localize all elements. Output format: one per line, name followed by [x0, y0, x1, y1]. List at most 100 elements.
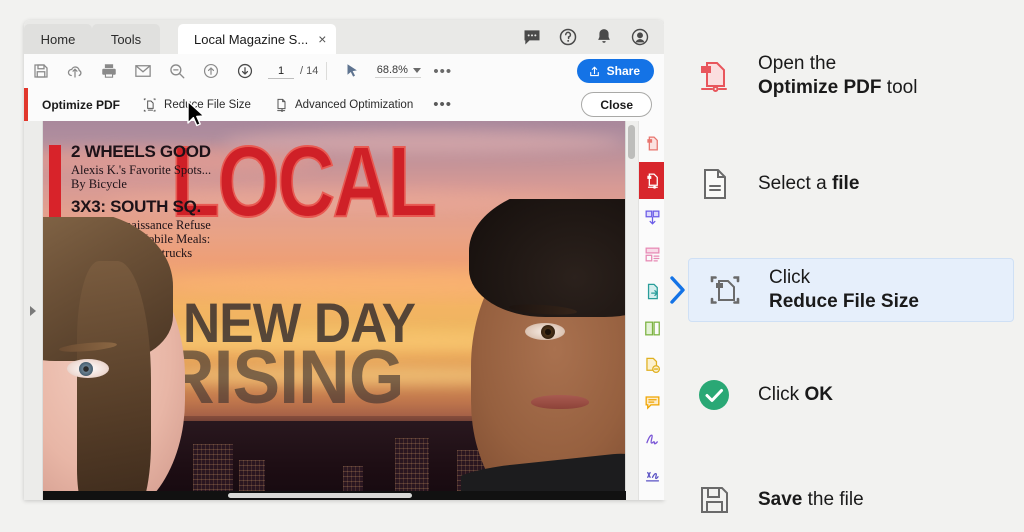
vertical-scrollbar[interactable] [626, 121, 638, 500]
step-2-line-1: Select a [758, 173, 832, 194]
tab-document[interactable]: Local Magazine S... × [178, 24, 336, 54]
instruction-step-3-text: Click Reduce File Size [769, 266, 919, 315]
rail-optimize-pdf-icon[interactable] [639, 162, 664, 199]
reduce-file-size-icon [142, 97, 158, 113]
hair [469, 199, 625, 317]
blurb-headline-1: 2 WHEELS GOOD [71, 143, 271, 161]
close-button[interactable]: Close [581, 92, 652, 117]
reduce-file-size-button[interactable]: Reduce File Size [142, 97, 251, 113]
rail-combine-files-icon[interactable] [639, 199, 664, 236]
page-total-label: / 14 [300, 65, 318, 77]
optimize-pdf-title: Optimize PDF [42, 98, 120, 112]
rail-compare-files-icon[interactable] [639, 310, 664, 347]
titlebar-actions [522, 20, 664, 54]
reduce-file-size-icon [703, 268, 747, 312]
blurb-sub-1-line-2: By Bicycle [71, 177, 127, 191]
share-button[interactable]: Share [577, 59, 654, 83]
document-viewport: LOCAL 2 WHEELS GOOD Alexis K.'s Favorite… [24, 121, 664, 500]
instruction-step-5: Save the file [692, 468, 1002, 532]
step-1-tail: tool [882, 77, 918, 98]
iris [79, 362, 93, 376]
instruction-step-4: Click OK [692, 363, 1002, 427]
blurb-sub-1-line-1: Alexis K.'s Favorite Spots... [71, 163, 211, 177]
instruction-step-1-text: Open the Optimize PDF tool [758, 52, 917, 101]
share-button-label: Share [607, 64, 640, 78]
optimize-pdf-tool-icon [692, 54, 736, 98]
previous-page-icon[interactable] [194, 54, 228, 88]
navigation-pane-toggle[interactable] [24, 121, 43, 500]
tab-home[interactable]: Home [24, 24, 92, 54]
rail-comment-icon[interactable] [639, 384, 664, 421]
next-page-icon[interactable] [228, 54, 262, 88]
instruction-step-4-text: Click OK [758, 383, 833, 407]
rail-fill-and-sign-icon[interactable] [639, 421, 664, 458]
zoom-control[interactable]: 68.8% [375, 64, 421, 78]
rail-certificates-icon[interactable] [639, 458, 664, 495]
optimize-pdf-toolbar: Optimize PDF Reduce File Size Advanced O… [24, 88, 664, 122]
main-toolbar: / 14 68.8% ••• Share [24, 54, 664, 89]
hair-strand [77, 261, 151, 500]
comment-icon[interactable] [522, 27, 542, 47]
step-5-emphasis: Save [758, 489, 802, 510]
expand-right-icon[interactable] [30, 306, 36, 316]
step-3-line-1: Click [769, 267, 810, 288]
toolbar-accent-bar [24, 88, 28, 121]
share-upload-icon [588, 65, 601, 78]
tab-tools[interactable]: Tools [92, 24, 160, 54]
step-1-line-1: Open the [758, 53, 836, 74]
instruction-step-3[interactable]: Click Reduce File Size [688, 258, 1014, 322]
help-icon[interactable] [558, 27, 578, 47]
screen: Home Tools Local Magazine S... × [0, 0, 1024, 500]
file-document-icon [692, 162, 736, 206]
zoom-level-label: 68.8% [375, 64, 409, 76]
advanced-optimization-button[interactable]: Advanced Optimization [273, 97, 413, 113]
tab-tools-label: Tools [111, 32, 141, 47]
chevron-down-icon[interactable] [413, 68, 421, 73]
instructions-panel: Open the Optimize PDF tool Select a file… [664, 0, 1024, 500]
horizontal-scrollbar[interactable] [43, 491, 626, 500]
zoom-out-icon[interactable] [160, 54, 194, 88]
print-icon[interactable] [92, 54, 126, 88]
rail-organize-pages-icon[interactable] [639, 236, 664, 273]
rail-redact-icon[interactable] [639, 347, 664, 384]
pdf-page[interactable]: LOCAL 2 WHEELS GOOD Alexis K.'s Favorite… [43, 121, 625, 500]
page-navigator: / 14 [268, 64, 318, 79]
step-2-emphasis: file [832, 173, 859, 194]
optimize-more-button[interactable]: ••• [433, 97, 452, 112]
bell-icon[interactable] [594, 27, 614, 47]
step-1-emphasis: Optimize PDF [758, 77, 882, 98]
tab-strip: Home Tools Local Magazine S... × [24, 20, 664, 54]
close-button-label: Close [600, 98, 633, 112]
rail-export-pdf-icon[interactable] [639, 125, 664, 162]
close-icon[interactable]: × [318, 32, 326, 46]
acrobat-window: Home Tools Local Magazine S... × [24, 20, 664, 500]
email-icon[interactable] [126, 54, 160, 88]
save-icon[interactable] [24, 54, 58, 88]
step-3-emphasis: Reduce File Size [769, 291, 919, 312]
page-number-input[interactable] [268, 64, 294, 79]
cursor-select-icon[interactable] [335, 54, 369, 88]
lips [531, 395, 589, 409]
toolbar-more-button[interactable]: ••• [433, 64, 452, 79]
toolbar-divider [326, 62, 327, 80]
step-4-emphasis: OK [804, 384, 833, 405]
vertical-scrollbar-thumb[interactable] [628, 125, 635, 159]
advanced-optimization-label: Advanced Optimization [295, 99, 413, 111]
tab-document-label: Local Magazine S... [194, 32, 308, 47]
iris [541, 325, 555, 339]
instruction-step-1: Open the Optimize PDF tool [692, 44, 1002, 108]
blurb-sub-1: Alexis K.'s Favorite Spots... By Bicycle [71, 163, 271, 191]
upload-cloud-icon[interactable] [58, 54, 92, 88]
tools-rail [638, 121, 664, 500]
save-floppy-icon [692, 478, 736, 522]
cover-person-left [43, 217, 193, 500]
profile-icon[interactable] [630, 27, 650, 47]
reduce-file-size-label: Reduce File Size [164, 99, 251, 111]
instruction-step-5-text: Save the file [758, 488, 864, 512]
horizontal-scrollbar-thumb[interactable] [228, 493, 412, 498]
rail-export-file-icon[interactable] [639, 273, 664, 310]
blurb-headline-2: 3X3: SOUTH SQ. [71, 198, 271, 216]
instruction-step-2-text: Select a file [758, 172, 859, 196]
step-4-line-1: Click [758, 384, 804, 405]
advanced-optimization-icon [273, 97, 289, 113]
